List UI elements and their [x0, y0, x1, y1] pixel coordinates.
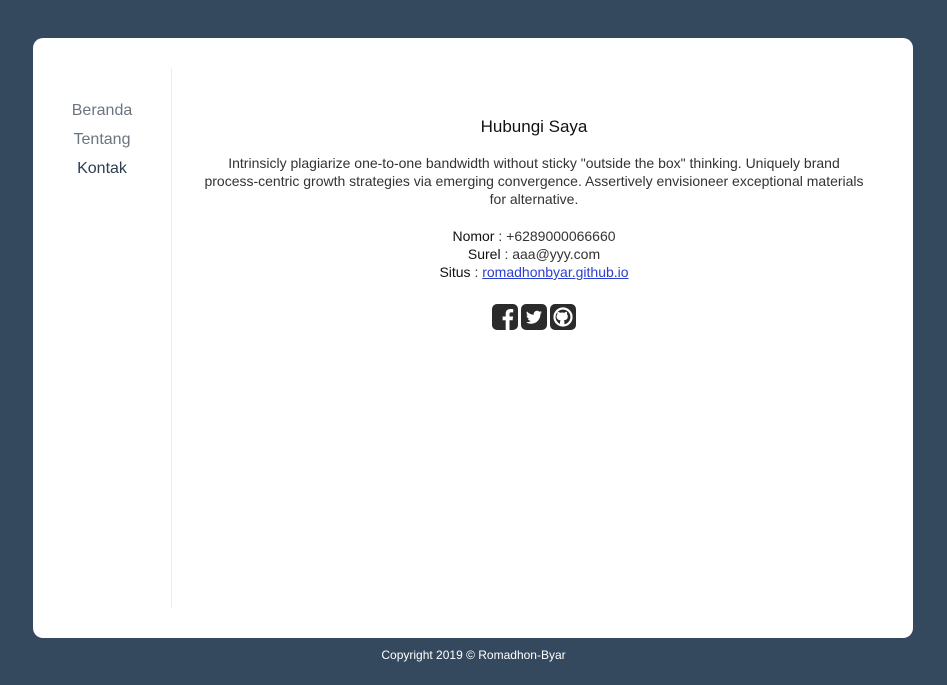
sidebar: Beranda Tentang Kontak	[33, 68, 172, 608]
page-title: Hubungi Saya	[480, 117, 588, 136]
site-separator: :	[474, 264, 479, 280]
email-label: Surel	[467, 246, 501, 262]
contact-info: Nomor : +6289000066660 Surel : aaa@yyy.c…	[204, 227, 864, 281]
nav-item-kontak[interactable]: Kontak	[33, 154, 171, 183]
github-icon[interactable]	[550, 304, 576, 330]
phone-separator: :	[498, 228, 503, 244]
email-row: Surel : aaa@yyy.com	[204, 245, 864, 263]
nav-menu: Beranda Tentang Kontak	[33, 96, 171, 183]
email-separator: :	[504, 246, 509, 262]
nav-item-beranda[interactable]: Beranda	[33, 96, 171, 125]
site-label: Situs	[439, 264, 471, 280]
site-row: Situs : romadhonbyar.github.io	[204, 263, 864, 281]
site-link[interactable]: romadhonbyar.github.io	[482, 264, 628, 280]
social-links	[204, 304, 864, 330]
twitter-icon[interactable]	[521, 304, 547, 330]
nav-item-tentang[interactable]: Tentang	[33, 125, 171, 154]
phone-row: Nomor : +6289000066660	[204, 227, 864, 245]
phone-value: +6289000066660	[506, 228, 616, 244]
footer-copyright: Copyright 2019 © Romadhon-Byar	[381, 648, 566, 662]
contact-description: Intrinsicly plagiarize one-to-one bandwi…	[204, 155, 864, 207]
main-card: Beranda Tentang Kontak Hubungi Saya Intr…	[33, 38, 913, 638]
facebook-icon[interactable]	[492, 304, 518, 330]
phone-label: Nomor	[452, 228, 495, 244]
email-value: aaa@yyy.com	[512, 246, 601, 262]
